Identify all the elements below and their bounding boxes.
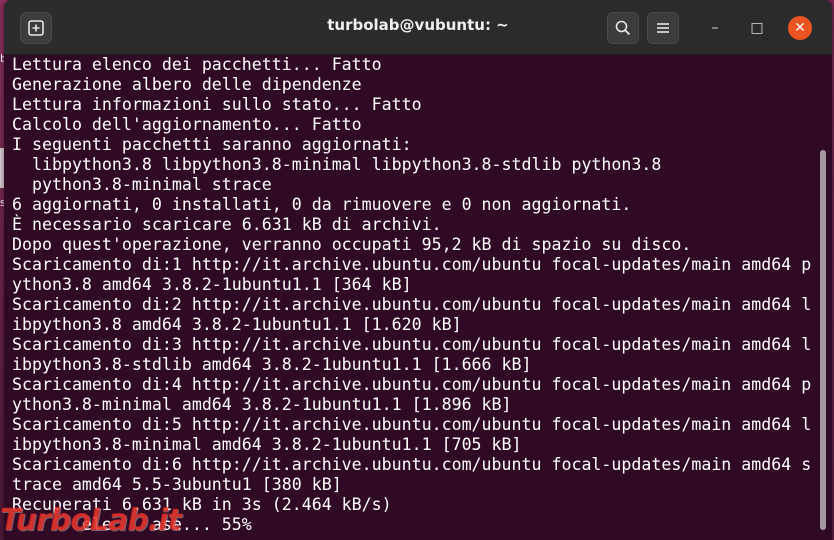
terminal-line: I seguenti pacchetti saranno aggiornati:	[12, 135, 412, 154]
terminal-line: Dopo quest'operazione, verranno occupati…	[12, 235, 692, 254]
scrollbar[interactable]	[820, 150, 826, 530]
title-bar[interactable]: turbolab@vubuntu: ~ – □ ✕	[4, 0, 832, 55]
terminal-line: ibpython3.8-stdlib amd64 3.8.2-1ubuntu1.…	[12, 355, 532, 374]
terminal-line: Scaricamento di:6 http://it.archive.ubun…	[12, 455, 812, 474]
menu-button[interactable]	[647, 12, 679, 44]
terminal-line: Scaricamento di:2 http://it.archive.ubun…	[12, 295, 812, 314]
terminal-line: ython3.8 amd64 3.8.2-1ubuntu1.1 [364 kB]	[12, 275, 412, 294]
terminal-line: Lettura elenco dei pacchetti... Fatto	[12, 55, 382, 74]
terminal-window: turbolab@vubuntu: ~ – □ ✕ Lettura elenco…	[4, 0, 832, 540]
terminal-line: ibpython3.8-minimal amd64 3.8.2-1ubuntu1…	[12, 435, 522, 454]
minimize-button[interactable]: –	[704, 17, 726, 39]
terminal-line: Scaricamento di:3 http://it.archive.ubun…	[12, 335, 812, 354]
terminal-line: È necessario scaricare 6.631 kB di archi…	[12, 215, 442, 234]
terminal-line: ibpython3.8 amd64 3.8.2-1ubuntu1.1 [1.62…	[12, 315, 462, 334]
terminal-line: Scaricamento di:5 http://it.archive.ubun…	[12, 415, 812, 434]
terminal-output[interactable]: Lettura elenco dei pacchetti... Fatto Gen…	[4, 55, 832, 540]
terminal-line: Scaricamento di:4 http://it.archive.ubun…	[12, 375, 812, 394]
search-button[interactable]	[607, 12, 639, 44]
terminal-line: Scaricamento di:1 http://it.archive.ubun…	[12, 255, 812, 274]
terminal-line: ython3.8-minimal amd64 3.8.2-1ubuntu1.1 …	[12, 395, 512, 414]
terminal-line: Calcolo dell'aggiornamento... Fatto	[12, 115, 362, 134]
terminal-line: Lettura informazioni sullo stato... Fatt…	[12, 95, 422, 114]
terminal-line: trace amd64 5.5-3ubuntu1 [380 kB]	[12, 475, 342, 494]
maximize-button[interactable]: □	[746, 17, 768, 39]
search-icon	[615, 20, 631, 36]
terminal-line: 6 aggiornati, 0 installati, 0 da rimuove…	[12, 195, 632, 214]
terminal-line: Generazione albero delle dipendenze	[12, 75, 362, 94]
terminal-line: python3.8-minimal strace	[12, 175, 272, 194]
terminal-line: libpython3.8 libpython3.8-minimal libpyt…	[12, 155, 662, 174]
terminal-line: Recuperati 6.631 kB in 3s (2.464 kB/s)	[12, 495, 392, 514]
close-button[interactable]: ✕	[788, 16, 812, 40]
terminal-line: ele ase... 55%	[12, 515, 252, 534]
hamburger-menu-icon	[657, 23, 669, 33]
